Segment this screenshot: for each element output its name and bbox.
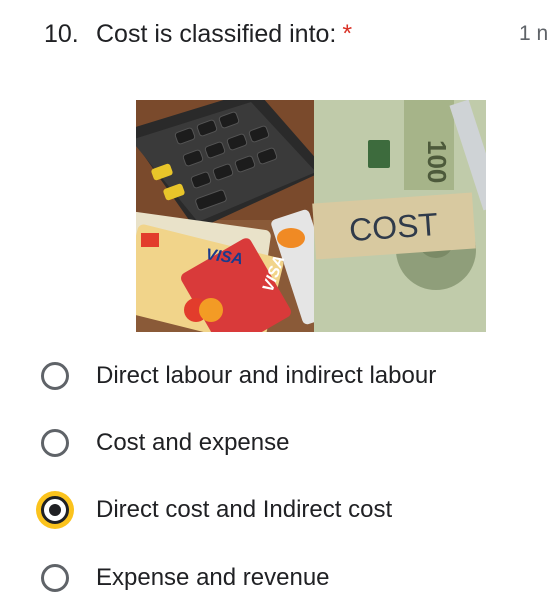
credit-cards-icon: VISA VISA <box>136 209 341 332</box>
question-points: 1 n <box>519 22 548 45</box>
option-3[interactable]: Direct cost and Indirect cost <box>30 482 530 538</box>
radio-button-unselected[interactable] <box>41 564 69 592</box>
money-stack-icon: 100 COST <box>312 100 486 332</box>
question-number: 10. <box>44 20 79 48</box>
svg-text:COST: COST <box>348 206 439 248</box>
option-2[interactable]: Cost and expense <box>30 415 530 471</box>
option-label: Expense and revenue <box>96 564 330 591</box>
radio-button-unselected[interactable] <box>41 429 69 457</box>
required-asterisk: * <box>342 20 353 48</box>
radio-button-unselected[interactable] <box>41 362 69 390</box>
radio-button-selected[interactable] <box>41 496 69 524</box>
svg-text:100: 100 <box>422 140 452 183</box>
option-1[interactable]: Direct labour and indirect labour <box>30 348 530 404</box>
question-header: 10. Cost is classified into: * 1 n <box>0 0 548 70</box>
option-label: Direct cost and Indirect cost <box>96 496 393 523</box>
radio-dot-icon <box>49 504 61 516</box>
question-text: Cost is classified into: <box>96 20 337 48</box>
calculator-cards-money-illustration: VISA VISA 100 COST <box>136 100 486 332</box>
option-4[interactable]: Expense and revenue <box>30 550 530 606</box>
option-label: Cost and expense <box>96 429 290 456</box>
option-label: Direct labour and indirect labour <box>96 362 437 389</box>
question-image: VISA VISA 100 COST <box>136 100 486 332</box>
question-title: Cost is classified into: * <box>96 20 352 49</box>
